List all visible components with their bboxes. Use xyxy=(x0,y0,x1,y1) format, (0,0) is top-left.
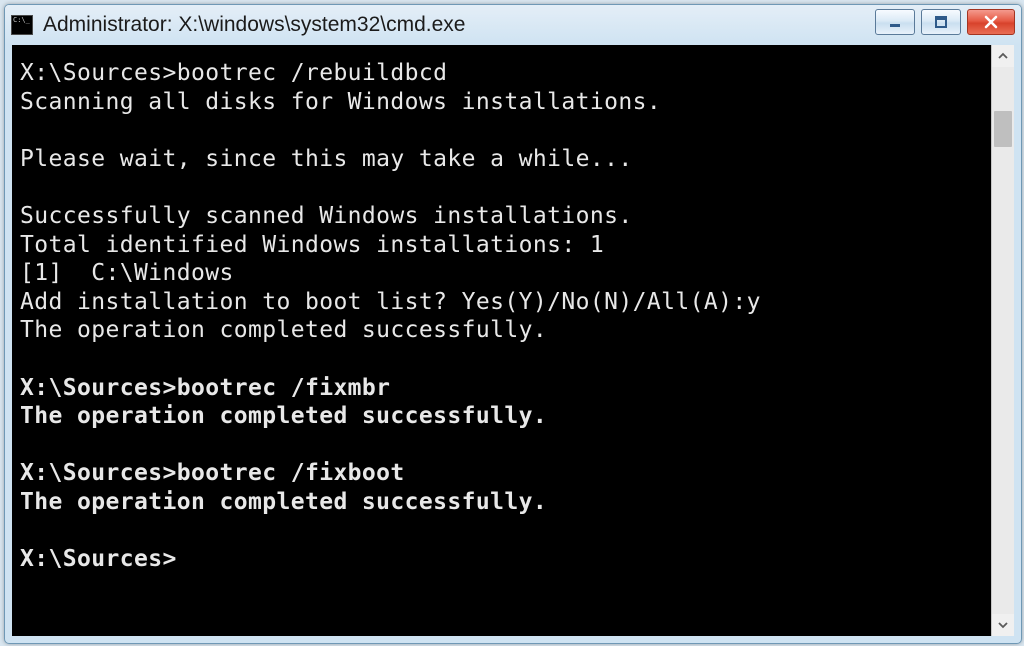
console-line: Total identified Windows installations: … xyxy=(20,232,604,258)
console-line: X:\Sources>bootrec /fixboot xyxy=(20,460,405,486)
console-output[interactable]: X:\Sources>bootrec /rebuildbcd Scanning … xyxy=(12,45,991,636)
vertical-scrollbar[interactable] xyxy=(991,45,1014,636)
scroll-down-button[interactable] xyxy=(992,614,1014,636)
console-line: X:\Sources>bootrec /rebuildbcd xyxy=(20,60,447,86)
console-line: Successfully scanned Windows installatio… xyxy=(20,203,633,229)
console-line: [1] C:\Windows xyxy=(20,260,234,286)
cmd-window: Administrator: X:\windows\system32\cmd.e… xyxy=(4,4,1022,644)
cmd-app-icon xyxy=(11,15,33,35)
console-line: The operation completed successfully. xyxy=(20,317,547,343)
client-area: X:\Sources>bootrec /rebuildbcd Scanning … xyxy=(12,45,1014,636)
minimize-icon xyxy=(888,15,902,29)
chevron-down-icon xyxy=(997,619,1009,631)
console-line: Please wait, since this may take a while… xyxy=(20,146,633,172)
scroll-track[interactable] xyxy=(992,67,1014,614)
console-line: The operation completed successfully. xyxy=(20,489,547,515)
console-line: The operation completed successfully. xyxy=(20,403,547,429)
maximize-button[interactable] xyxy=(921,9,961,35)
console-line: X:\Sources>bootrec /fixmbr xyxy=(20,375,390,401)
chevron-up-icon xyxy=(997,50,1009,62)
titlebar[interactable]: Administrator: X:\windows\system32\cmd.e… xyxy=(5,5,1021,45)
console-line: Add installation to boot list? Yes(Y)/No… xyxy=(20,289,761,315)
console-line: Scanning all disks for Windows installat… xyxy=(20,89,661,115)
window-controls xyxy=(875,9,1015,35)
scroll-up-button[interactable] xyxy=(992,45,1014,67)
close-icon xyxy=(983,15,999,29)
minimize-button[interactable] xyxy=(875,9,915,35)
scroll-thumb[interactable] xyxy=(994,111,1012,147)
console-line: X:\Sources> xyxy=(20,546,177,572)
close-button[interactable] xyxy=(967,9,1015,35)
maximize-icon xyxy=(934,15,948,29)
window-title: Administrator: X:\windows\system32\cmd.e… xyxy=(43,13,465,37)
